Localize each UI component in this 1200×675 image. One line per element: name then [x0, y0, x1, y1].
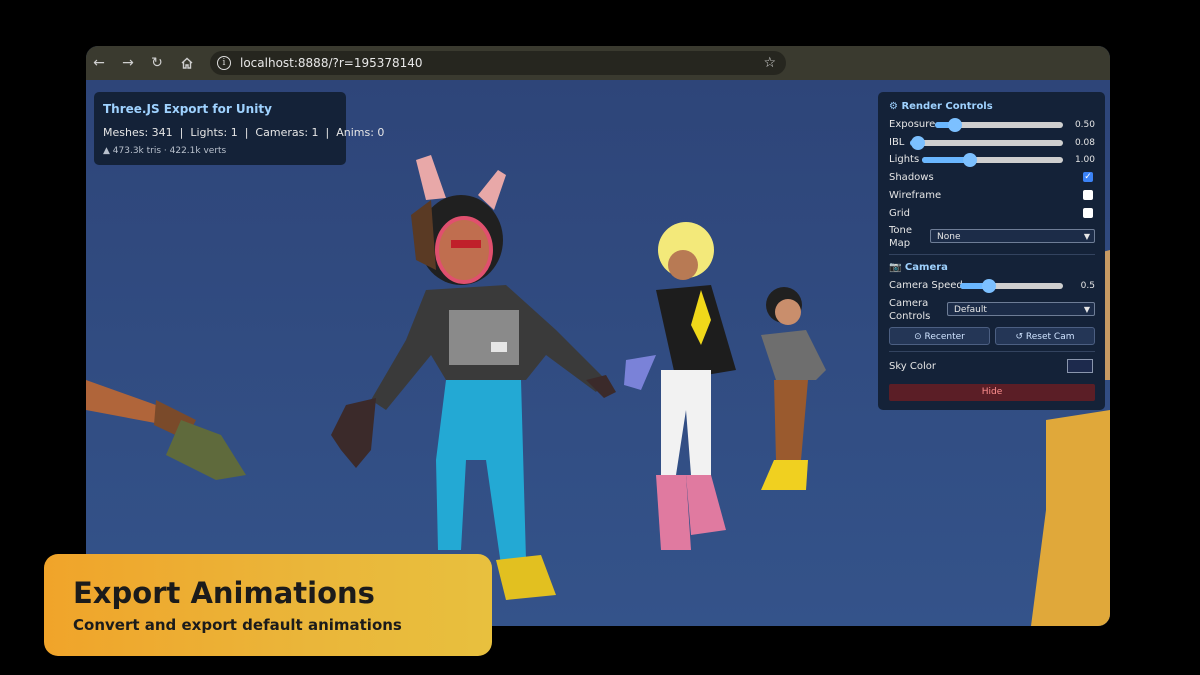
render-controls-title: ⚙ Render Controls: [889, 101, 993, 112]
caption-banner: Export Animations Convert and export def…: [44, 554, 492, 656]
tone-map-label-line2: Map: [889, 238, 911, 249]
grid-checkbox[interactable]: [1083, 208, 1093, 218]
caption-subtitle: Convert and export default animations: [73, 616, 402, 634]
hide-button[interactable]: Hide: [889, 384, 1095, 401]
sky-color-label: Sky Color: [889, 361, 936, 372]
address-bar[interactable]: i localhost:8888/?r=195378140 ☆: [210, 51, 786, 75]
lights-label: Lights: [889, 154, 920, 165]
section-divider: [889, 351, 1095, 352]
info-title: Three.JS Export for Unity: [103, 102, 272, 116]
camera-speed-slider-knob[interactable]: [981, 279, 996, 293]
tone-map-select[interactable]: None ▼: [930, 229, 1095, 243]
wireframe-checkbox[interactable]: [1083, 190, 1093, 200]
ibl-slider[interactable]: [910, 136, 1063, 150]
scene-info-panel: Three.JS Export for Unity Meshes: 341 | …: [94, 92, 384, 165]
shadows-checkbox[interactable]: ✓: [1083, 172, 1093, 182]
reload-icon[interactable]: ↻: [146, 52, 168, 74]
browser-window: ← → ↻ i localhost:8888/?r=195378140 ☆ Th…: [86, 46, 1110, 626]
section-divider: [889, 254, 1095, 255]
grid-label: Grid: [889, 208, 910, 219]
arrow-right-icon[interactable]: →: [117, 52, 139, 74]
lights-slider-knob[interactable]: [962, 153, 977, 167]
3d-viewport[interactable]: Three.JS Export for Unity Meshes: 341 | …: [86, 80, 1110, 626]
home-icon[interactable]: [176, 52, 198, 74]
wireframe-label: Wireframe: [889, 190, 942, 201]
exposure-slider-knob[interactable]: [948, 118, 963, 132]
reset-cam-button[interactable]: ↺ Reset Cam: [995, 327, 1095, 345]
sky-color-swatch[interactable]: [1067, 359, 1093, 373]
arrow-left-icon[interactable]: ←: [88, 52, 110, 74]
browser-toolbar: ← → ↻ i localhost:8888/?r=195378140 ☆: [86, 46, 1110, 80]
camera-controls-label-line1: Camera: [889, 298, 929, 309]
camera-section-title: 📷 Camera: [889, 262, 948, 273]
camera-controls-selected: Default: [954, 305, 987, 315]
exposure-slider[interactable]: [935, 118, 1063, 132]
exposure-value: 0.50: [1074, 120, 1095, 130]
camera-speed-slider[interactable]: [960, 279, 1063, 293]
camera-speed-value: 0.5: [1080, 281, 1095, 291]
tone-map-selected: None: [937, 232, 961, 242]
camera-controls-label-line2: Controls: [889, 311, 931, 322]
ibl-label: IBL: [889, 137, 905, 148]
ibl-value: 0.08: [1074, 138, 1095, 148]
render-controls-panel: ⚙ Render Controls Exposure 0.50 IBL 0.08…: [878, 92, 1105, 410]
lights-slider[interactable]: [922, 153, 1063, 167]
chevron-down-icon: ▼: [1083, 305, 1090, 314]
caption-title: Export Animations: [73, 576, 375, 610]
lights-value: 1.00: [1074, 155, 1095, 165]
tone-map-label-line1: Tone: [889, 225, 913, 236]
scene-stats: Meshes: 341 | Lights: 1 | Cameras: 1 | A…: [103, 126, 385, 139]
star-icon[interactable]: ☆: [763, 51, 776, 75]
geometry-stats: ▲ 473.3k tris · 422.1k verts: [103, 146, 227, 156]
shadows-label: Shadows: [889, 172, 934, 183]
recenter-button[interactable]: ⊙ Recenter: [889, 327, 990, 345]
camera-controls-select[interactable]: Default ▼: [947, 302, 1095, 316]
info-icon[interactable]: i: [217, 56, 231, 70]
ibl-slider-knob[interactable]: [910, 136, 925, 150]
exposure-label: Exposure: [889, 119, 936, 130]
chevron-down-icon: ▼: [1083, 232, 1090, 241]
url-text: localhost:8888/?r=195378140: [240, 56, 423, 70]
camera-speed-label: Camera Speed: [889, 280, 963, 291]
